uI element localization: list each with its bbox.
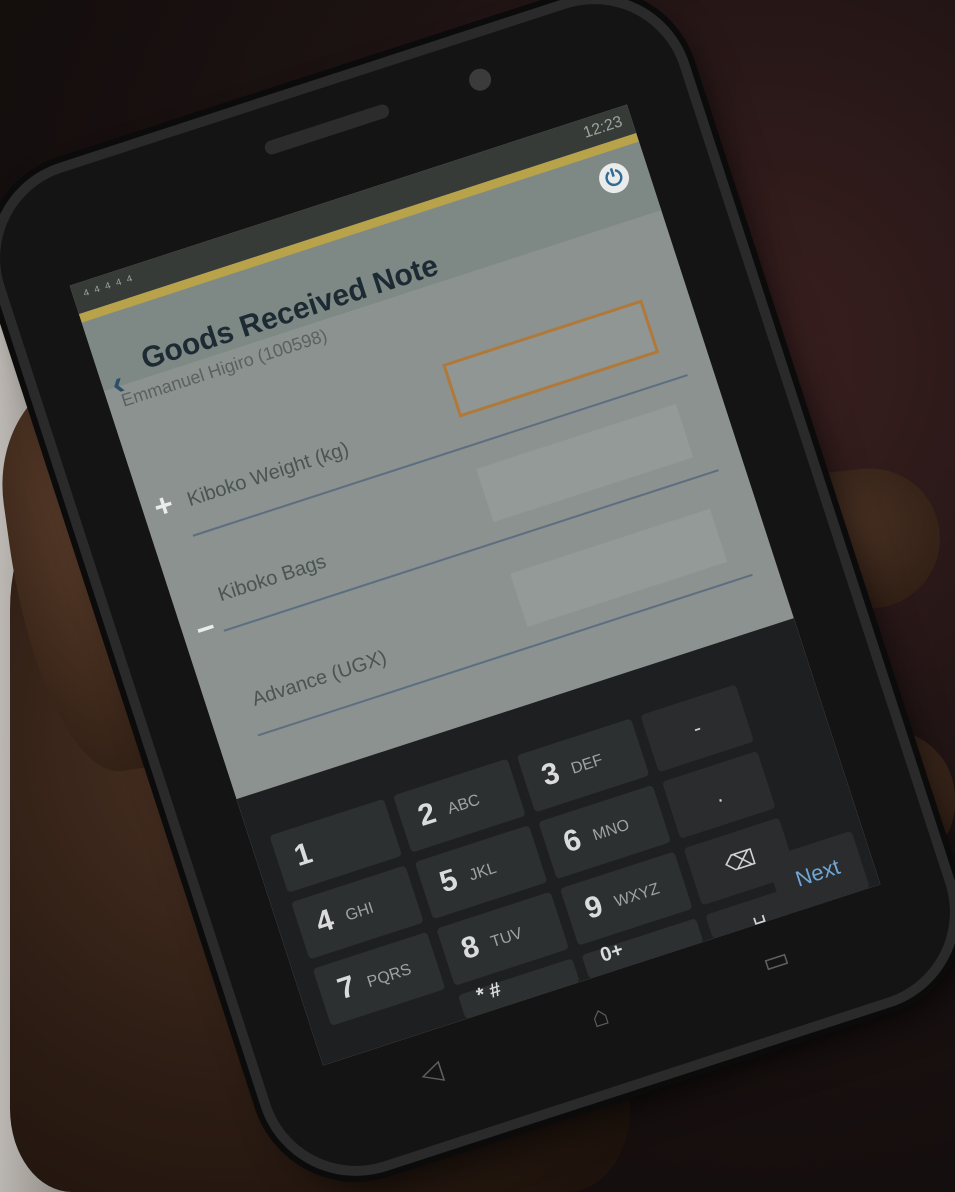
back-nav-icon[interactable]: ◁ (416, 1053, 447, 1091)
kiboko-bags-input[interactable] (476, 404, 694, 523)
key-digit: 0+ (597, 938, 626, 967)
plus-icon[interactable]: + (149, 485, 178, 526)
key-digit: 4 (311, 903, 338, 940)
key-digit: 3 (537, 756, 564, 793)
earpiece-speaker (262, 102, 391, 157)
power-icon[interactable]: ⏻ (595, 159, 633, 198)
key-letters: GHI (343, 899, 376, 925)
key-digit: 2 (413, 796, 440, 833)
key-digit: 9 (580, 889, 607, 926)
key-letters: MNO (590, 816, 632, 845)
key-letters: JKL (467, 859, 499, 885)
field-label-bags: Kiboko Bags (215, 550, 329, 607)
key-letters: PQRS (365, 961, 414, 992)
key-letters: WXYZ (612, 880, 662, 911)
key-digit: 1 (290, 836, 317, 874)
recent-apps-icon[interactable]: ▭ (758, 940, 793, 980)
minus-icon[interactable]: − (191, 608, 220, 649)
kiboko-weight-input[interactable] (442, 299, 660, 418)
field-label-advance: Advance (UGX) (249, 646, 390, 711)
key-digit: * # (473, 978, 504, 1007)
form-row-bags: Kiboko Bags − (156, 371, 719, 648)
front-camera (466, 65, 494, 94)
home-icon[interactable]: ⌂ (587, 999, 613, 1035)
key-digit: 6 (559, 822, 586, 860)
key-digit: 5 (435, 862, 462, 900)
key-letters: TUV (488, 924, 525, 952)
key-letters: DEF (569, 751, 605, 778)
key-letters: ABC (445, 791, 483, 818)
field-label-weight: Kiboko Weight (kg) (184, 438, 352, 512)
key-digit: 7 (333, 969, 360, 1007)
key-digit: 8 (457, 929, 484, 967)
